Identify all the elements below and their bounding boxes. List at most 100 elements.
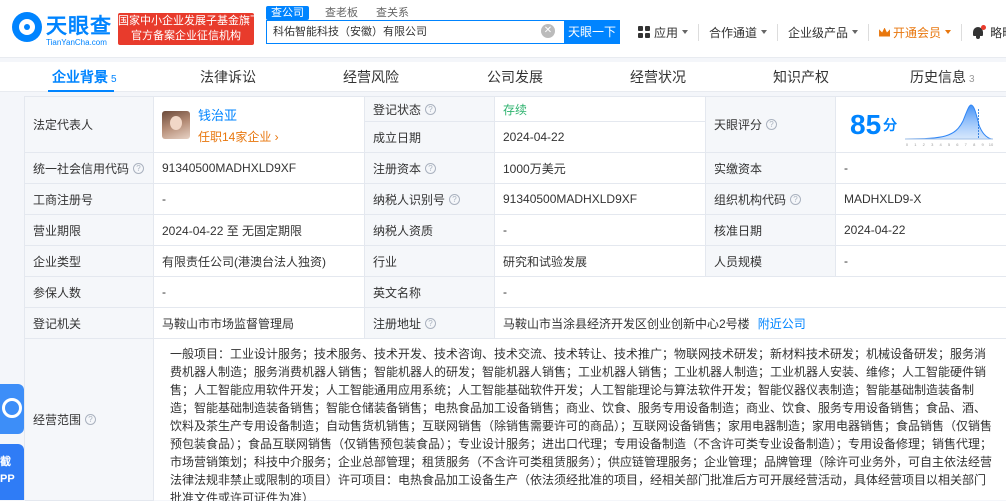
avatar[interactable]: [162, 110, 190, 139]
label-credit-code: 统一社会信用代码?: [25, 153, 154, 184]
bell-icon[interactable]: [972, 24, 987, 39]
search-tab-boss[interactable]: 查老板: [323, 6, 360, 20]
company-info-table: 法定代表人 钱治亚 任职14家企业 › 登记状态? 存续 成立日期 2024-0…: [24, 96, 1006, 501]
floating-app-promo[interactable]: 截 PP: [0, 444, 24, 500]
help-icon[interactable]: ?: [85, 414, 97, 425]
help-icon[interactable]: ?: [133, 162, 145, 174]
label-text: 注册资本: [373, 161, 422, 176]
label-legal-rep: 法定代表人: [25, 97, 154, 153]
help-icon[interactable]: ?: [425, 317, 437, 329]
scope-cell: 一般项目：工业设计服务；技术服务、技术开发、技术咨询、技术交流、技术转让、技术推…: [154, 339, 1006, 501]
label-approve-date: 核准日期: [706, 215, 836, 246]
label-org-code: 组织机构代码?: [706, 184, 836, 215]
label-text: 工商注册号: [33, 192, 94, 207]
label-text: 组织机构代码: [714, 192, 787, 207]
tab-count: 3: [969, 74, 975, 85]
staff-size-value: -: [836, 246, 1006, 277]
label-reg-address: 注册地址?: [365, 308, 495, 339]
nav-channel-label: 合作通道: [709, 25, 758, 40]
search-tab-company[interactable]: 查公司: [266, 6, 309, 20]
label-text: 成立日期: [373, 130, 422, 145]
label-paid-capital: 实缴资本: [706, 153, 836, 184]
tab-history[interactable]: 历史信息 3: [910, 62, 975, 92]
org-code-value: MADHXLD9-X: [836, 184, 1006, 215]
approve-date-value: 2024-04-22: [836, 215, 1006, 246]
help-icon[interactable]: ?: [425, 103, 437, 115]
nav-enterprise-label: 企业级产品: [788, 25, 849, 40]
founded-value: 2024-04-22: [495, 122, 706, 153]
reg-authority-value: 马鞍山市市场监督管理局: [154, 308, 365, 339]
label-taxpayer-id: 纳税人识别号?: [365, 184, 495, 215]
help-icon[interactable]: ?: [766, 119, 778, 130]
promo-line1: 截: [0, 456, 11, 468]
label-text: 企业类型: [33, 254, 82, 269]
nav-apps[interactable]: 应用: [628, 23, 700, 41]
score-axis-tick-label: 8: [973, 142, 976, 147]
chevron-down-icon: [761, 30, 768, 34]
label-biz-term: 营业期限: [25, 215, 154, 246]
nav-enterprise[interactable]: 企业级产品: [778, 23, 870, 41]
score-axis-tick-label: 7: [965, 142, 968, 147]
nav-user-label: 略略...: [990, 25, 1006, 40]
score-axis-tick-label: 4: [940, 142, 943, 147]
reg-address-cell: 马鞍山市当涂县经济开发区创业创新中心2号楼 附近公司: [495, 308, 1006, 339]
tab-legal[interactable]: 法律诉讼: [200, 62, 256, 92]
score-axis-tick-label: 10: [989, 142, 994, 147]
fund-badge[interactable]: 国家中小企业发展子基金旗下 官方备案企业征信机构: [118, 13, 261, 45]
floating-search-icon[interactable]: [0, 384, 24, 434]
tab-development[interactable]: 公司发展: [487, 62, 543, 92]
insured-value: -: [154, 277, 365, 308]
tab-risk[interactable]: 经营风险: [343, 62, 399, 92]
legal-rep-name[interactable]: 钱治亚: [198, 105, 279, 124]
tab-label: 经营风险: [343, 69, 399, 85]
clear-search-icon[interactable]: ✕: [541, 24, 555, 38]
label-text: 统一社会信用代码: [33, 161, 130, 176]
scope-value: 一般项目：工业设计服务；技术服务、技术开发、技术咨询、技术交流、技术转让、技术推…: [170, 347, 993, 501]
score-cell[interactable]: 85 分 0 1 2 3 4 5 6 7 8 9 10: [836, 97, 1006, 153]
top-nav: 应用 合作通道 企业级产品 开通会员 略略...: [628, 23, 1006, 41]
logo-name: 天眼查: [46, 15, 112, 38]
active-tab-underline: [48, 90, 114, 92]
paid-capital-value: -: [836, 153, 1006, 184]
nav-apps-label: 应用: [654, 25, 679, 40]
help-icon[interactable]: ?: [790, 193, 802, 205]
company-type-value: 有限责任公司(港澳台法人独资): [154, 246, 365, 277]
search-type-tabs: 查公司 查老板 查关系: [266, 6, 425, 20]
label-text: 营业期限: [33, 223, 82, 238]
label-taxpayer-qual: 纳税人资质: [365, 215, 495, 246]
score-axis-tick-label: 6: [956, 142, 959, 147]
score-distribution-chart: 0 1 2 3 4 5 6 7 8 9 10: [905, 103, 994, 147]
english-name-value: -: [495, 277, 1006, 308]
taxpayer-id-value: 91340500MADHXLD9XF: [495, 184, 706, 215]
nav-vip-label: 开通会员: [893, 25, 942, 40]
nav-channel[interactable]: 合作通道: [699, 23, 779, 41]
help-icon[interactable]: ?: [449, 193, 461, 205]
tab-label: 知识产权: [773, 69, 829, 85]
nearby-companies-link[interactable]: 附近公司: [758, 315, 806, 332]
tab-background[interactable]: 企业背景 5: [52, 62, 117, 92]
label-reg-capital: 注册资本?: [365, 153, 495, 184]
chevron-down-icon: [682, 30, 689, 34]
search-tab-relation[interactable]: 查关系: [374, 6, 411, 20]
score-axis-tick-label: 5: [948, 142, 951, 147]
help-icon[interactable]: ?: [425, 162, 437, 174]
tab-label: 经营状况: [630, 69, 686, 85]
tab-operations[interactable]: 经营状况: [630, 62, 686, 92]
reg-address-value: 马鞍山市当涂县经济开发区创业创新中心2号楼: [503, 316, 750, 331]
top-header: 天眼查 TianYanCha.com 国家中小企业发展子基金旗下 官方备案企业征…: [0, 0, 1006, 58]
logo-url: TianYanCha.com: [46, 38, 107, 47]
search-button[interactable]: 天眼一下: [564, 20, 620, 44]
tianyancha-logo[interactable]: 天眼查 TianYanCha.com: [12, 8, 114, 50]
label-reg-authority: 登记机关: [25, 308, 154, 339]
label-reg-status: 登记状态?: [365, 97, 495, 122]
tab-ip[interactable]: 知识产权: [773, 62, 829, 92]
label-text: 英文名称: [373, 285, 422, 300]
nav-user[interactable]: 略略...: [962, 24, 1006, 41]
label-company-type: 企业类型: [25, 246, 154, 277]
legal-rep-positions-link[interactable]: 任职14家企业 ›: [198, 128, 279, 145]
biz-reg-no-value: -: [154, 184, 365, 215]
nav-vip[interactable]: 开通会员: [869, 23, 963, 41]
fund-badge-line1: 国家中小企业发展子基金旗下: [118, 15, 261, 27]
search-input[interactable]: 科佑智能科技（安徽）有限公司: [266, 20, 564, 44]
score-axis-tick-label: 3: [931, 142, 934, 147]
